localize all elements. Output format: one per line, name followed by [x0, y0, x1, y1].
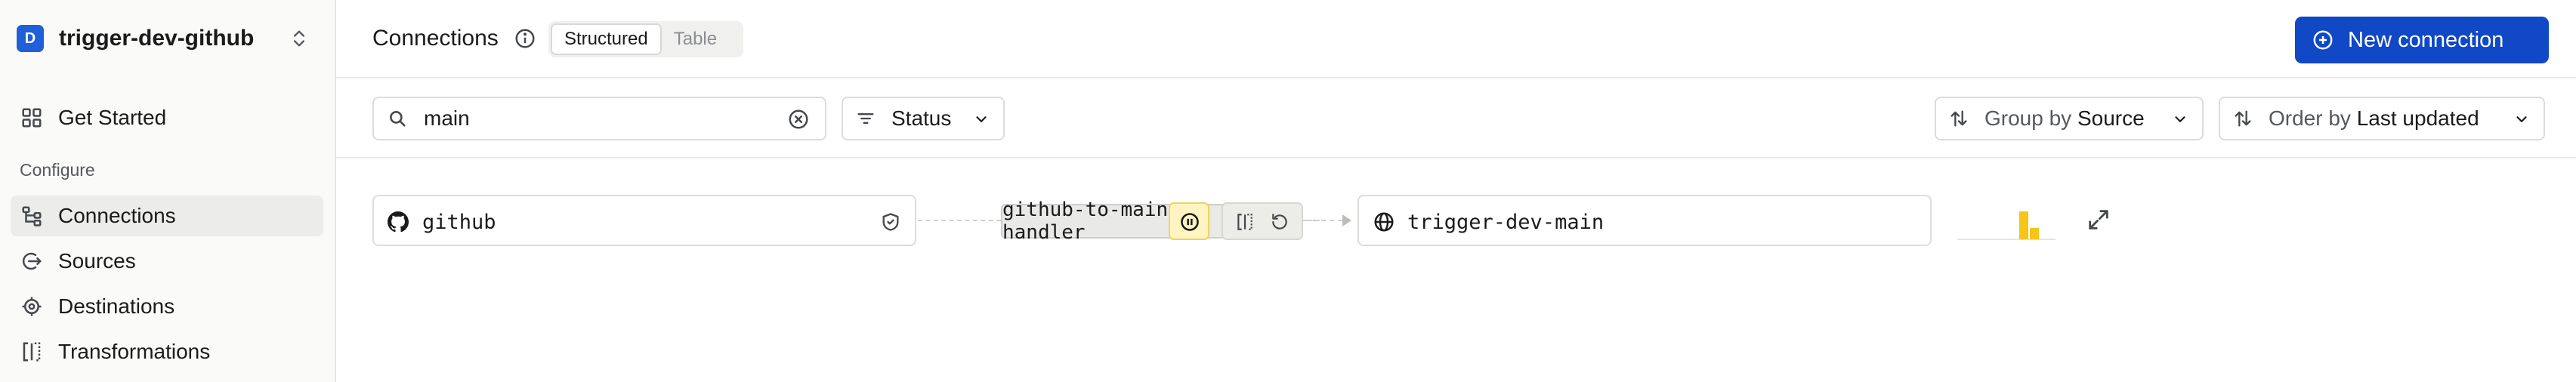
order-by-prefix: Order by	[2269, 106, 2351, 130]
sidebar-item-label: Connections	[58, 204, 176, 227]
destination-card[interactable]: trigger-dev-main	[1357, 195, 1932, 246]
group-by-value: Source	[2077, 106, 2145, 130]
github-icon	[388, 211, 409, 233]
connector-line	[1305, 220, 1342, 221]
shield-check-icon	[882, 213, 899, 231]
sparkline-bar	[2019, 211, 2028, 239]
source-card[interactable]: github	[372, 195, 916, 246]
view-toggle: Structured Table	[548, 21, 743, 57]
sidebar-section-label: Configure	[20, 160, 95, 180]
search-value: main	[424, 106, 470, 130]
sidebar-item-transformations[interactable]: Transformations	[11, 331, 323, 372]
page-header: Connections Structured Table New connect…	[336, 0, 2576, 79]
sidebar-item-connections[interactable]: Connections	[11, 196, 323, 236]
search-input[interactable]: main	[372, 97, 826, 140]
workspace-switcher[interactable]: D trigger-dev-github	[17, 21, 319, 56]
destination-name: trigger-dev-main	[1407, 211, 1605, 234]
transform-icon[interactable]	[1235, 212, 1255, 232]
info-icon[interactable]	[514, 27, 536, 50]
group-by-prefix: Group by	[1985, 106, 2072, 130]
globe-icon	[1374, 212, 1394, 232]
workspace-avatar: D	[17, 25, 44, 52]
new-connection-button[interactable]: New connection	[2295, 17, 2549, 63]
destination-icon	[22, 297, 42, 316]
view-structured-button[interactable]: Structured	[551, 23, 662, 55]
sort-arrows-icon	[1951, 110, 1967, 127]
transform-icon	[23, 342, 41, 362]
sidebar-item-sources[interactable]: Sources	[11, 241, 323, 282]
sidebar-item-destinations[interactable]: Destinations	[11, 286, 323, 327]
order-by-value: Last updated	[2356, 106, 2479, 130]
retry-icon[interactable]	[1270, 212, 1290, 232]
connection-actions	[1222, 202, 1303, 240]
connections-icon	[22, 206, 42, 226]
order-by-button[interactable]: Order by Last updated	[2219, 97, 2545, 140]
group-by-button[interactable]: Group by Source	[1935, 97, 2204, 140]
source-icon	[23, 252, 42, 270]
app-root: D trigger-dev-github Get Started Configu…	[0, 0, 2576, 382]
sort-arrows-icon	[2235, 110, 2251, 127]
search-icon	[390, 111, 406, 127]
connector-arrowhead	[1342, 214, 1351, 226]
clear-search-icon[interactable]	[787, 108, 810, 131]
plus-circle-icon	[2313, 30, 2333, 50]
order-by-label: Order by Last updated	[2269, 106, 2479, 131]
expand-icon[interactable]	[2086, 207, 2111, 233]
new-connection-label: New connection	[2348, 27, 2504, 52]
chevron-up-down-icon	[294, 30, 304, 47]
view-table-button[interactable]: Table	[662, 23, 729, 55]
activity-sparkline	[1957, 211, 2056, 240]
filter-icon	[857, 113, 874, 124]
sidebar-item-label: Sources	[58, 249, 136, 273]
sidebar: D trigger-dev-github Get Started Configu…	[0, 0, 336, 382]
status-filter-label: Status	[891, 106, 952, 130]
sidebar-item-label: Get Started	[58, 106, 167, 129]
grid-icon	[22, 108, 42, 128]
chevron-down-icon	[2516, 116, 2527, 122]
connection-row[interactable]: github github-to-main-handler trigger-de…	[372, 195, 2576, 246]
chevron-down-icon	[976, 116, 987, 122]
pause-circle-icon	[1181, 213, 1199, 231]
sidebar-item-label: Transformations	[58, 340, 211, 363]
connector-line	[918, 220, 1001, 221]
group-by-label: Group by Source	[1985, 106, 2145, 131]
sidebar-item-label: Destinations	[58, 294, 175, 318]
status-filter-button[interactable]: Status	[842, 97, 1005, 140]
chevron-down-icon	[2175, 116, 2185, 122]
filter-bar: main Status Group by Source Order by Las…	[336, 79, 2576, 159]
source-name: github	[422, 211, 496, 234]
main-content: Connections Structured Table New connect…	[336, 0, 2576, 382]
workspace-name: trigger-dev-github	[59, 26, 255, 51]
sparkline-bar	[2030, 228, 2039, 239]
sidebar-item-get-started[interactable]: Get Started	[11, 97, 323, 138]
page-title: Connections	[372, 26, 499, 51]
paused-status-button[interactable]	[1169, 202, 1209, 240]
